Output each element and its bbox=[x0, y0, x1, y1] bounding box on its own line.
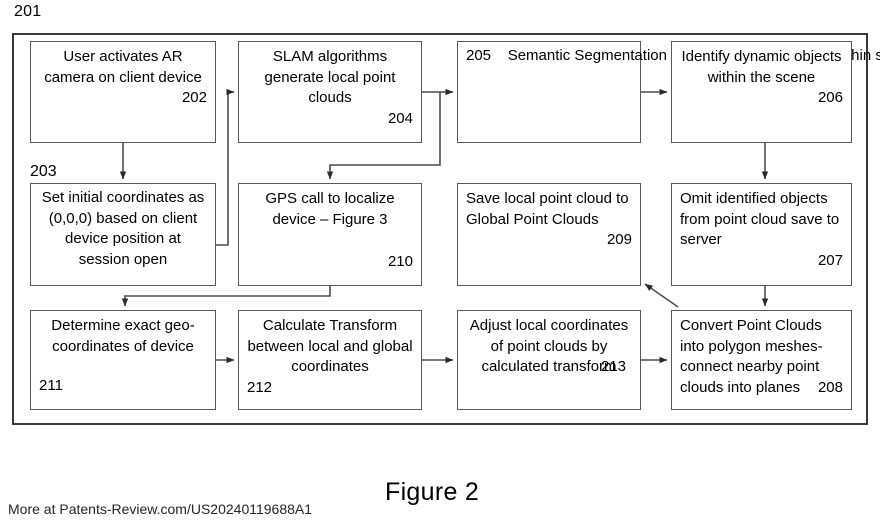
process-box-212-text: Calculate Transform between local and gl… bbox=[247, 317, 413, 375]
process-box-202-text: User activates AR camera on client devic… bbox=[44, 48, 202, 86]
process-box-213[interactable]: Adjust local coordinates of point clouds… bbox=[457, 310, 641, 410]
process-box-205[interactable]: 205 Semantic Segmentation algorithms tra… bbox=[457, 41, 880, 143]
diagram-ref-201: 201 bbox=[14, 3, 42, 20]
process-box-202[interactable]: User activates AR camera on client devic… bbox=[30, 41, 216, 143]
process-box-209[interactable]: Save local point cloud to Global Point C… bbox=[457, 183, 641, 286]
figure-caption: Figure 2 bbox=[385, 478, 480, 506]
process-box-212-ref: 212 bbox=[247, 378, 273, 396]
process-box-203[interactable]: Set initial coordinates as (0,0,0) based… bbox=[30, 183, 216, 286]
process-box-206-ref: 206 bbox=[817, 89, 843, 106]
process-box-210-ref: 210 bbox=[387, 253, 413, 270]
process-box-204-text: SLAM algorithms generate local point clo… bbox=[264, 48, 396, 106]
process-box-210[interactable]: GPS call to localize device – Figure 3 2… bbox=[238, 183, 422, 286]
process-box-204[interactable]: SLAM algorithms generate local point clo… bbox=[238, 41, 422, 143]
process-box-212[interactable]: Calculate Transform between local and gl… bbox=[238, 310, 422, 410]
watermark-text: More at Patents-Review.com/US20240119688… bbox=[8, 501, 313, 517]
box-ref-203-label: 203 bbox=[30, 163, 57, 180]
process-box-207-ref: 207 bbox=[817, 251, 843, 269]
process-box-210-text: GPS call to localize device – Figure 3 bbox=[265, 190, 395, 228]
patent-figure-2: 201 203 User activates AR camera on clie… bbox=[0, 0, 880, 529]
process-box-206[interactable]: Identify dynamic objects within the scen… bbox=[671, 41, 852, 143]
process-box-207-text: Omit identified objects from point cloud… bbox=[680, 190, 840, 248]
process-box-205-text: 205 Semantic Segmentation algorithms tra… bbox=[466, 47, 880, 64]
process-box-206-text: Identify dynamic objects within the scen… bbox=[681, 48, 842, 86]
process-box-209-text: Save local point cloud to Global Point C… bbox=[466, 190, 629, 228]
process-box-207[interactable]: Omit identified objects from point cloud… bbox=[671, 183, 852, 286]
process-box-202-ref: 202 bbox=[181, 89, 207, 106]
process-box-211-ref: 211 bbox=[39, 377, 63, 394]
process-box-204-ref: 204 bbox=[387, 109, 413, 127]
process-box-211[interactable]: Determine exact geo-coordinates of devic… bbox=[30, 310, 216, 410]
process-box-208[interactable]: Convert Point Clouds into polygon meshes… bbox=[671, 310, 852, 410]
process-box-203-text: Set initial coordinates as (0,0,0) based… bbox=[41, 189, 205, 268]
process-box-211-text: Determine exact geo-coordinates of devic… bbox=[51, 317, 195, 355]
process-box-209-ref: 209 bbox=[606, 231, 632, 248]
